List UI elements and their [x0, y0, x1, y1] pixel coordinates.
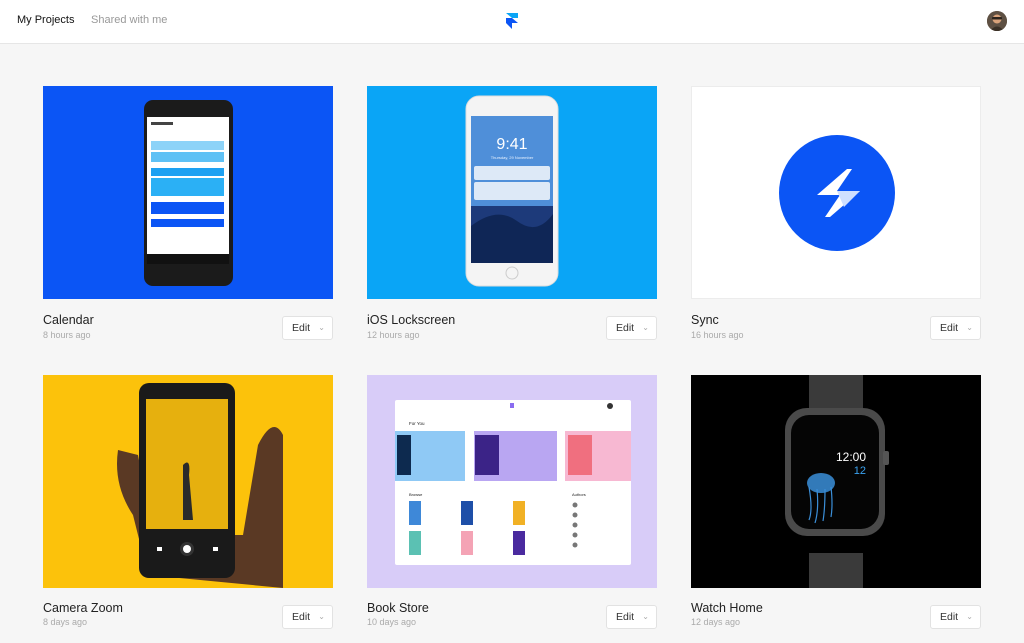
chevron-down-icon: ⌄	[966, 612, 973, 621]
chevron-down-icon: ⌄	[318, 323, 325, 332]
project-title[interactable]: Calendar	[43, 313, 94, 327]
user-avatar[interactable]	[987, 11, 1007, 31]
calendar-thumbnail-art	[144, 100, 233, 286]
framer-logo-icon[interactable]	[506, 13, 518, 29]
project-thumbnail[interactable]	[691, 86, 981, 299]
project-title[interactable]: iOS Lockscreen	[367, 313, 455, 327]
edit-label: Edit	[940, 322, 959, 334]
project-thumbnail[interactable]: For You Browse Authors	[367, 375, 657, 588]
chevron-down-icon: ⌄	[966, 323, 973, 332]
tab-my-projects[interactable]: My Projects	[17, 14, 74, 26]
edit-button[interactable]: Edit ⌄	[282, 316, 333, 340]
top-bar: My Projects Shared with me	[0, 0, 1024, 44]
edit-button[interactable]: Edit ⌄	[606, 605, 657, 629]
watch-date: 12	[854, 465, 866, 477]
lockscreen-time: 9:41	[496, 136, 527, 153]
bookstore-browse-label: Browse	[409, 492, 423, 497]
project-title[interactable]: Book Store	[367, 601, 429, 615]
project-timestamp: 10 days ago	[367, 617, 417, 627]
lockscreen-thumbnail-art: 9:41 Thursday, 29 November	[465, 95, 559, 287]
sync-bolt-icon	[779, 135, 895, 251]
project-title[interactable]: Sync	[691, 313, 719, 327]
project-title[interactable]: Watch Home	[691, 601, 763, 615]
edit-button[interactable]: Edit ⌄	[930, 605, 981, 629]
edit-label: Edit	[940, 611, 959, 623]
project-thumbnail[interactable]	[43, 86, 333, 299]
edit-label: Edit	[616, 322, 635, 334]
project-timestamp: 12 days ago	[691, 617, 741, 627]
edit-label: Edit	[292, 611, 311, 623]
edit-label: Edit	[292, 322, 311, 334]
project-thumbnail[interactable]: 9:41 Thursday, 29 November	[367, 86, 657, 299]
edit-button[interactable]: Edit ⌄	[606, 316, 657, 340]
bookstore-section-label: For You	[409, 421, 425, 426]
project-thumbnail[interactable]: 12:00 12	[691, 375, 981, 588]
watch-time: 12:00	[836, 450, 866, 464]
chevron-down-icon: ⌄	[642, 612, 649, 621]
bookstore-authors-label: Authors	[572, 492, 586, 497]
project-timestamp: 8 hours ago	[43, 330, 91, 340]
edit-button[interactable]: Edit ⌄	[930, 316, 981, 340]
project-timestamp: 16 hours ago	[691, 330, 744, 340]
lockscreen-date: Thursday, 29 November	[491, 155, 534, 160]
watch-thumbnail-art: 12:00 12	[785, 375, 889, 588]
project-timestamp: 8 days ago	[43, 617, 88, 627]
camera-thumbnail-art	[117, 383, 283, 588]
project-title[interactable]: Camera Zoom	[43, 601, 123, 615]
project-thumbnail[interactable]	[43, 375, 333, 588]
bookstore-thumbnail-art: For You Browse Authors	[395, 400, 631, 565]
tab-shared-with-me[interactable]: Shared with me	[91, 14, 167, 26]
edit-button[interactable]: Edit ⌄	[282, 605, 333, 629]
chevron-down-icon: ⌄	[318, 612, 325, 621]
edit-label: Edit	[616, 611, 635, 623]
project-timestamp: 12 hours ago	[367, 330, 420, 340]
chevron-down-icon: ⌄	[642, 323, 649, 332]
